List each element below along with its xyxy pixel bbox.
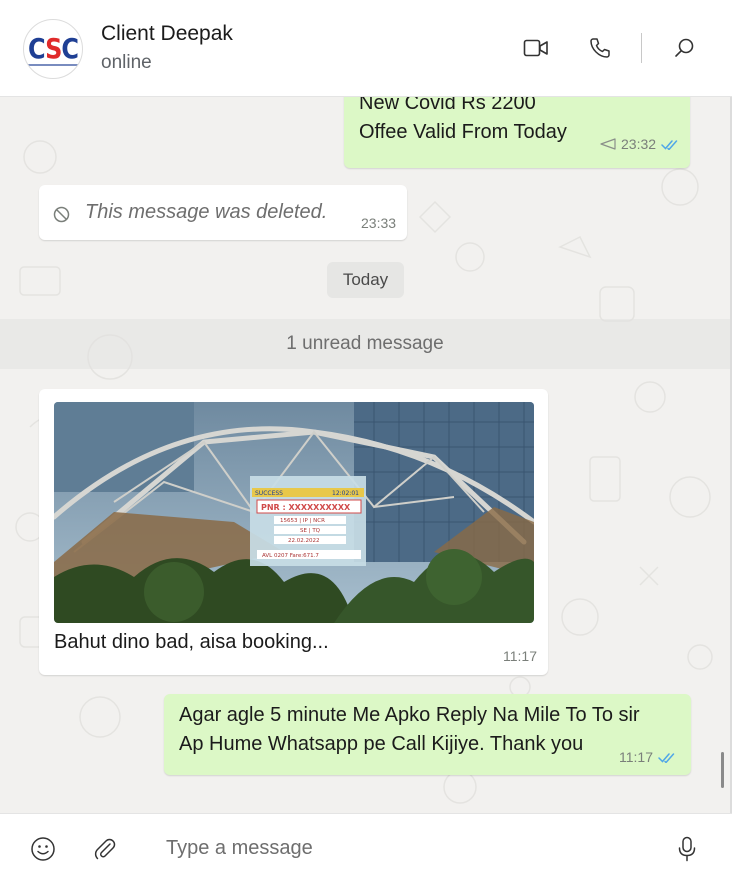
ban-icon (53, 206, 70, 223)
chat-header: CSC Client Deepak online (0, 0, 732, 97)
emoji-button[interactable] (28, 834, 58, 864)
double-check-icon (661, 139, 678, 150)
contact-status: online (101, 52, 152, 73)
message-composer (0, 813, 732, 883)
message-meta: 23:32 (600, 136, 679, 152)
unread-divider: 1 unread message (0, 319, 730, 369)
screen-row: 15653 | IP | NCR (280, 518, 325, 524)
message-meta: 11:17 (619, 749, 676, 765)
message-outgoing-covid[interactable]: New Covid Rs 2200 Offee Valid From Today… (344, 97, 690, 168)
attach-button[interactable] (90, 834, 120, 864)
screen-row: PNR : XXXXXXXXXX (261, 503, 351, 512)
attach-icon (94, 838, 116, 860)
photo-image: SUCCESS 12:02:01 PNR : XXXXXXXXXX 15653 … (54, 402, 534, 623)
message-photo[interactable]: SUCCESS 12:02:01 PNR : XXXXXXXXXX 15653 … (39, 389, 548, 675)
photo-caption: Bahut dino bad, aisa booking... (54, 631, 329, 653)
chat-scrollbar[interactable] (721, 752, 724, 788)
deleted-text: This message was deleted. (85, 201, 328, 223)
chat-area[interactable]: New Covid Rs 2200 Offee Valid From Today… (0, 97, 732, 813)
forwarded-icon (600, 138, 616, 150)
message-line: Agar agle 5 minute Me Apko Reply Na Mile… (179, 704, 640, 726)
message-deleted[interactable]: This message was deleted. 23:33 (39, 185, 407, 240)
search-icon (675, 38, 694, 57)
logo-underline (24, 64, 82, 66)
message-line: Ap Hume Whatsapp pe Call Kijiye. Thank y… (179, 733, 584, 755)
message-line: New Covid Rs 2200 (359, 97, 536, 114)
message-time: 23:32 (621, 136, 657, 152)
contact-name[interactable]: Client Deepak (101, 22, 233, 46)
date-divider: Today (327, 262, 404, 298)
message-time: 11:17 (619, 749, 653, 765)
double-check-icon (658, 752, 675, 763)
header-divider (641, 33, 642, 63)
message-line: Offee Valid From Today (359, 121, 567, 143)
screen-row: AVL 0207 Fare:671.7 (262, 553, 319, 559)
video-call-button[interactable] (521, 33, 551, 63)
search-button[interactable] (669, 33, 699, 63)
screen-row: 22.02.2022 (288, 538, 320, 544)
message-input[interactable] (150, 828, 650, 868)
emoji-icon (31, 837, 55, 861)
mic-icon (678, 836, 696, 862)
voice-record-button[interactable] (672, 834, 702, 864)
csc-logo: CSC (28, 32, 79, 66)
pnr-screen: SUCCESS 12:02:01 PNR : XXXXXXXXXX 15653 … (250, 476, 366, 566)
message-time: 23:33 (361, 215, 397, 231)
photo-attachment[interactable]: SUCCESS 12:02:01 PNR : XXXXXXXXXX 15653 … (54, 402, 534, 623)
screen-row: 12:02:01 (332, 490, 359, 497)
avatar[interactable]: CSC (23, 19, 83, 79)
phone-icon (590, 38, 610, 58)
message-time: 11:17 (503, 648, 537, 664)
voice-call-button[interactable] (585, 33, 615, 63)
screen-row: SE | TQ (300, 528, 321, 534)
video-icon (523, 39, 548, 57)
message-outgoing-agar[interactable]: Agar agle 5 minute Me Apko Reply Na Mile… (164, 694, 691, 775)
screen-row: SUCCESS (255, 490, 283, 497)
